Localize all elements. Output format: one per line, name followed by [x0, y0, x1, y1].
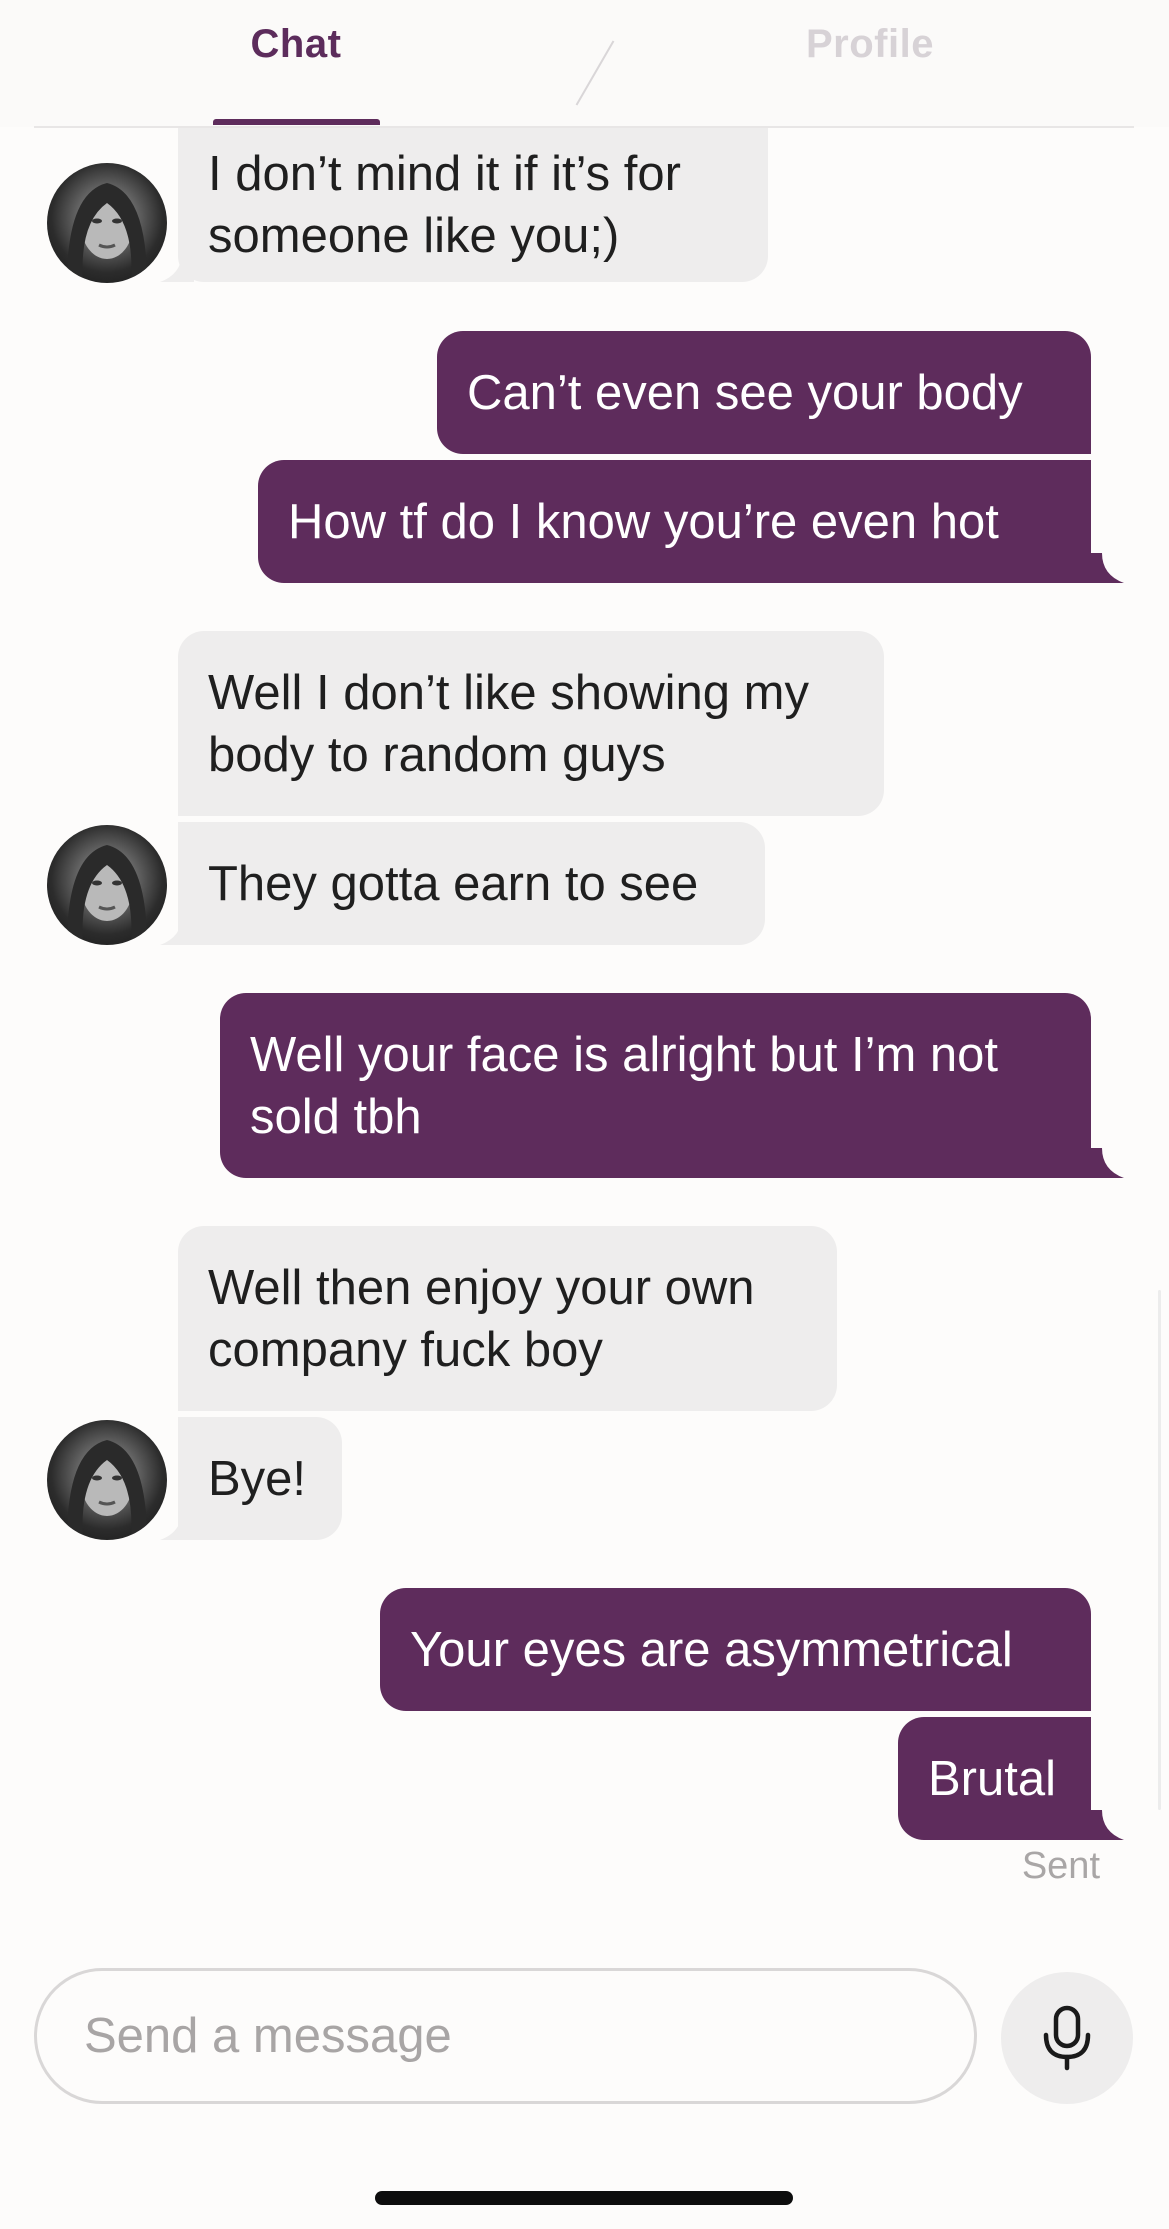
- incoming-message: They gotta earn to see: [178, 822, 765, 945]
- incoming-message: Well then enjoy your own company fuck bo…: [178, 1226, 837, 1411]
- outgoing-tail: [1090, 553, 1124, 583]
- avatar[interactable]: [47, 825, 167, 945]
- incoming-message: Well I don’t like showing my body to ran…: [178, 631, 884, 816]
- message-text: Your eyes are asymmetrical: [410, 1622, 1013, 1677]
- avatar-photo: [67, 1440, 147, 1540]
- outgoing-tail: [1090, 1148, 1124, 1178]
- tab-chat[interactable]: Chat: [212, 22, 380, 82]
- avatar-photo: [67, 845, 147, 945]
- tab-profile[interactable]: Profile: [780, 22, 960, 82]
- incoming-tail: [160, 252, 194, 282]
- incoming-tail: [160, 915, 194, 945]
- tab-divider: [575, 40, 615, 106]
- microphone-icon: [1043, 2005, 1091, 2071]
- avatar-photo: [67, 183, 147, 283]
- avatar[interactable]: [47, 1420, 167, 1540]
- message-text: Well I don’t like showing my body to ran…: [208, 665, 809, 782]
- tab-bar: Chat Profile: [0, 0, 1169, 128]
- outgoing-message: Brutal: [898, 1717, 1091, 1840]
- message-composer[interactable]: [34, 1968, 977, 2104]
- active-tab-indicator: [213, 119, 380, 125]
- outgoing-message: How tf do I know you’re even hot: [258, 460, 1091, 583]
- message-text: Can’t even see your body: [467, 365, 1023, 420]
- outgoing-tail: [1090, 1810, 1124, 1840]
- home-indicator[interactable]: [375, 2191, 793, 2205]
- message-text: I don’t mind it if it’s for someone like…: [208, 147, 681, 263]
- scrollbar[interactable]: [1158, 1290, 1161, 1810]
- incoming-tail: [160, 1510, 194, 1540]
- message-text: How tf do I know you’re even hot: [288, 494, 999, 549]
- outgoing-message: Your eyes are asymmetrical: [380, 1588, 1091, 1711]
- outgoing-message: Well your face is alright but I’m not so…: [220, 993, 1091, 1178]
- incoming-message: I don’t mind it if it’s for someone like…: [178, 128, 768, 282]
- message-input[interactable]: [84, 2008, 924, 2064]
- message-text: Bye!: [208, 1451, 307, 1506]
- message-text: Well your face is alright but I’m not so…: [250, 1027, 999, 1144]
- message-text: Well then enjoy your own company fuck bo…: [208, 1260, 755, 1377]
- sent-status: Sent: [1021, 1845, 1100, 1887]
- outgoing-message: Can’t even see your body: [437, 331, 1091, 454]
- mic-button[interactable]: [1001, 1972, 1133, 2104]
- incoming-message: Bye!: [178, 1417, 342, 1540]
- avatar[interactable]: [47, 163, 167, 283]
- message-text: They gotta earn to see: [208, 856, 699, 911]
- message-text: Brutal: [928, 1751, 1057, 1806]
